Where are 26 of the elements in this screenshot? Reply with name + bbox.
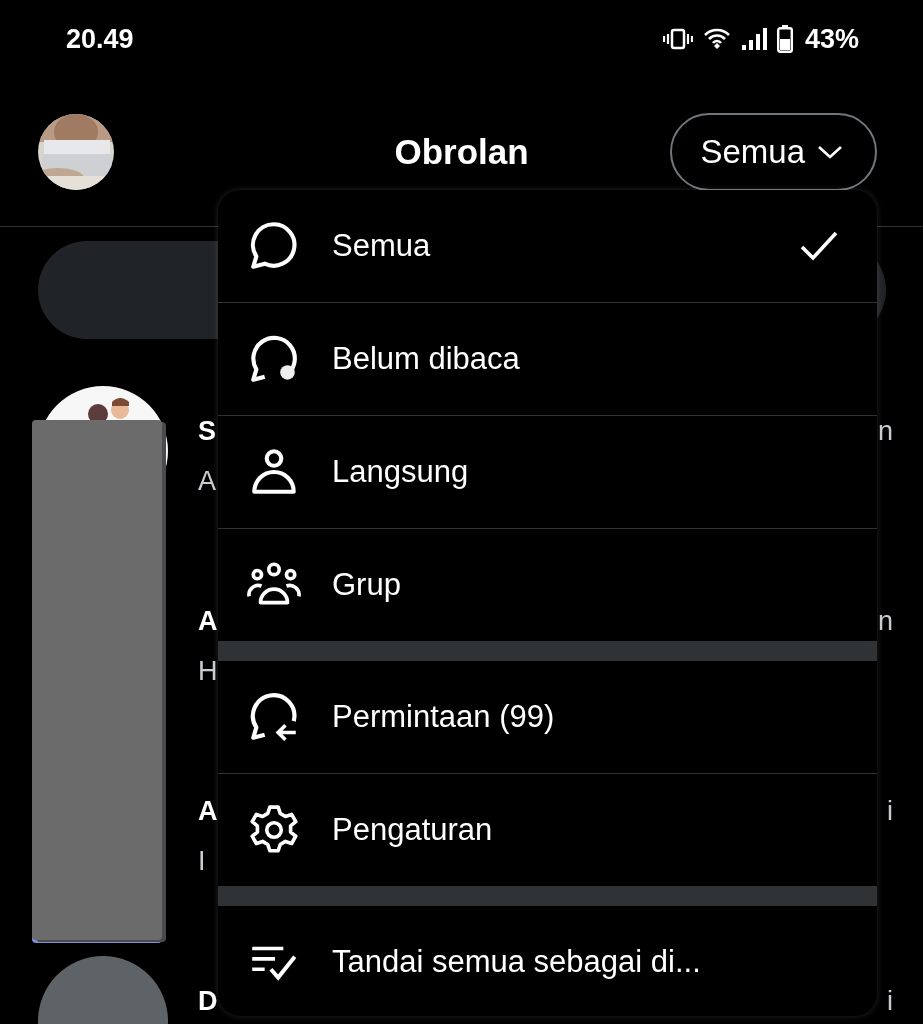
- contact-name: S: [198, 416, 216, 446]
- menu-item[interactable]: Langsung: [218, 415, 877, 528]
- page-title: Obrolan: [394, 132, 529, 172]
- vibrate-icon: [662, 28, 693, 50]
- menu-item[interactable]: Permintaan (99): [218, 661, 877, 773]
- menu-item[interactable]: Tandai semua sebagai di...: [218, 906, 877, 1016]
- signal-icon: [740, 27, 767, 51]
- message-time: n: [877, 605, 893, 638]
- battery-percent: 43%: [804, 23, 859, 55]
- battery-icon: [776, 25, 793, 53]
- message-preview: H: [198, 656, 218, 686]
- message-time: i: [887, 795, 893, 828]
- contact-name: A: [198, 796, 218, 826]
- menu-item[interactable]: Semua: [218, 190, 877, 302]
- contact-name: D: [198, 986, 218, 1016]
- chevron-icon: [817, 144, 843, 160]
- status-time: 20.49: [66, 23, 134, 55]
- contact-name: A: [198, 606, 218, 636]
- message-preview: I: [198, 846, 207, 876]
- filter-dropdown[interactable]: Semua: [670, 113, 877, 191]
- checkmark-icon: [799, 230, 839, 262]
- wifi-icon: [702, 27, 731, 51]
- message-preview: A: [198, 466, 216, 496]
- message-time: n: [877, 415, 893, 448]
- menu-item[interactable]: Belum dibaca: [218, 302, 877, 415]
- message-time: i: [887, 985, 893, 1018]
